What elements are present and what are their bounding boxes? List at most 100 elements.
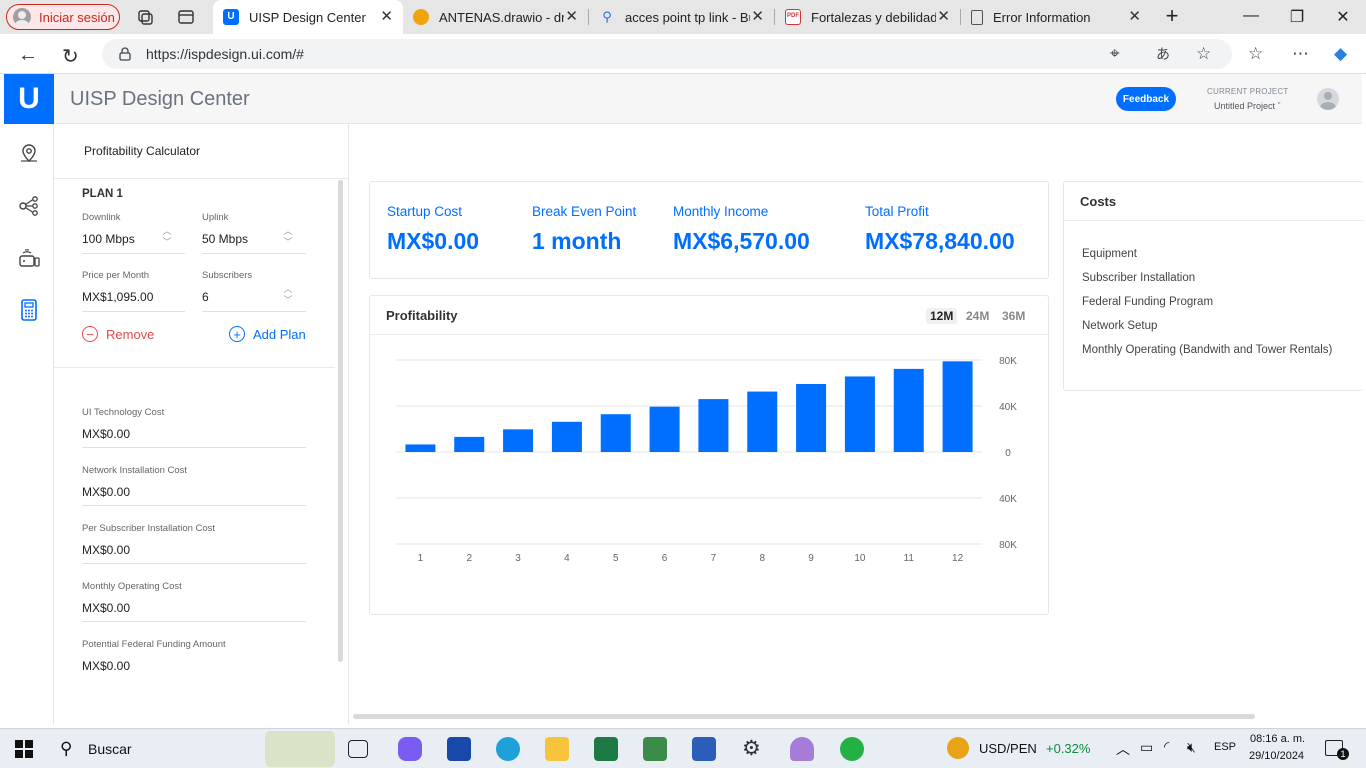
search-icon[interactable]: ⚲: [60, 739, 72, 759]
profile-label: Iniciar sesión: [39, 9, 115, 25]
copilot-app-icon[interactable]: [398, 737, 422, 761]
address-bar: ← ↻ https://ispdesign.ui.com/# ⌖ あ ☆ ☆ ⋯…: [0, 34, 1366, 74]
new-tab-icon[interactable]: +: [1162, 3, 1182, 29]
wifi-icon[interactable]: ◜: [1164, 738, 1169, 755]
downlink-stepper[interactable]: ︿ ﹀: [162, 226, 172, 248]
subscribers-input[interactable]: 6: [202, 290, 209, 304]
range-36m-button[interactable]: 36M: [998, 308, 1029, 324]
back-icon[interactable]: ←: [18, 44, 38, 67]
close-window-icon[interactable]: ✕: [1333, 7, 1353, 27]
clock-time[interactable]: 08:16 a. m.: [1250, 733, 1305, 745]
reload-icon[interactable]: ↻: [62, 44, 79, 69]
ui-logo-icon[interactable]: U: [4, 74, 54, 124]
horizontal-scrollbar[interactable]: [353, 714, 1255, 719]
castle-search-highlight-icon[interactable]: [265, 731, 335, 767]
total-profit-label: Total Profit: [865, 204, 929, 219]
battery-icon[interactable]: ▭: [1140, 739, 1153, 756]
bar: [893, 368, 924, 452]
field-underline: [202, 253, 306, 254]
bar: [405, 444, 436, 452]
y-tick-label: 40K: [999, 402, 1017, 413]
close-icon[interactable]: ✕: [937, 9, 950, 24]
project-selector[interactable]: Untitled Project ˇ: [1214, 101, 1281, 111]
tab-title: Error Information: [993, 9, 1091, 25]
tab-pdf[interactable]: PDF Fortalezas y debilidades ✕: [775, 0, 960, 34]
tab-search[interactable]: ⚲ acces point tp link - Bús ✕: [589, 0, 774, 34]
costs-card: Costs Equipment Subscriber Installation …: [1063, 181, 1364, 391]
profile-button[interactable]: Iniciar sesión: [6, 4, 120, 30]
volume-muted-icon[interactable]: 🔇︎: [1187, 739, 1196, 756]
close-icon[interactable]: ✕: [751, 9, 764, 24]
edge-icon[interactable]: [496, 737, 520, 761]
panel-scrollbar[interactable]: [338, 180, 343, 662]
browser-tab-bar: Iniciar sesión U UISP Design Center ✕ AN…: [0, 0, 1366, 34]
favorites-icon[interactable]: ☆: [1248, 44, 1263, 64]
close-icon[interactable]: ✕: [380, 9, 393, 24]
downlink-input[interactable]: 100 Mbps: [82, 232, 135, 246]
cost-input[interactable]: MX$0.00: [82, 485, 130, 499]
add-plan-button[interactable]: + Add Plan: [229, 326, 306, 342]
close-icon[interactable]: ✕: [565, 9, 578, 24]
language-indicator[interactable]: ESP: [1214, 741, 1236, 753]
currency-pair[interactable]: USD/PEN: [979, 741, 1037, 756]
taskbar-search[interactable]: Buscar: [88, 741, 132, 757]
task-view-icon[interactable]: [348, 740, 368, 758]
calculator-icon[interactable]: [17, 298, 41, 322]
x-tick-label: 6: [662, 553, 668, 564]
location-icon[interactable]: ⌖: [1110, 44, 1120, 64]
favorite-star-icon[interactable]: ☆: [1196, 44, 1211, 64]
page-favicon-icon: [971, 9, 983, 25]
map-pin-icon[interactable]: [17, 142, 41, 166]
chevron-up-icon[interactable]: ︿: [1116, 739, 1130, 759]
plan-title: PLAN 1: [82, 188, 123, 200]
tab-actions-icon[interactable]: [177, 8, 195, 26]
range-12m-button[interactable]: 12M: [926, 308, 958, 324]
url-text[interactable]: https://ispdesign.ui.com/#: [146, 46, 304, 62]
price-input[interactable]: MX$1,095.00: [82, 290, 153, 304]
uplink-input[interactable]: 50 Mbps: [202, 232, 248, 246]
book-app-icon[interactable]: [643, 737, 667, 761]
app-header: U UISP Design Center Feedback CURRENT PR…: [4, 74, 1362, 124]
cost-input[interactable]: MX$0.00: [82, 601, 130, 615]
minimize-icon[interactable]: —: [1241, 7, 1261, 25]
tab-error[interactable]: Error Information ✕: [961, 0, 1151, 34]
translate-icon[interactable]: あ: [1156, 44, 1170, 64]
profitability-title: Profitability: [386, 308, 458, 323]
field-underline: [82, 505, 306, 506]
cost-label: Network Installation Cost: [82, 465, 188, 476]
workspaces-icon[interactable]: [136, 8, 154, 26]
range-24m-button[interactable]: 24M: [962, 308, 993, 324]
tab-drawio[interactable]: ANTENAS.drawio - draw ✕: [403, 0, 588, 34]
remove-plan-button[interactable]: − Remove: [82, 326, 154, 342]
settings-gear-icon[interactable]: ⚙: [742, 736, 761, 761]
subscribers-stepper[interactable]: ︿ ﹀: [283, 284, 293, 306]
clock-date[interactable]: 29/10/2024: [1249, 750, 1304, 762]
tab-title: UISP Design Center: [249, 9, 366, 25]
obsidian-icon[interactable]: [790, 737, 814, 761]
more-options-icon[interactable]: ⋯: [1292, 44, 1309, 64]
subscribers-label: Subscribers: [202, 270, 253, 281]
excel-icon[interactable]: [594, 737, 618, 761]
tab-uisp[interactable]: U UISP Design Center ✕: [213, 0, 403, 34]
monthly-income-label: Monthly Income: [673, 204, 769, 219]
copilot-icon[interactable]: ◆: [1334, 44, 1347, 64]
url-box[interactable]: https://ispdesign.ui.com/#: [102, 39, 1232, 69]
profile-avatar-icon: [13, 8, 31, 26]
word-icon[interactable]: [692, 737, 716, 761]
user-avatar-icon[interactable]: [1317, 88, 1339, 110]
cost-input[interactable]: MX$0.00: [82, 543, 130, 557]
uplink-stepper[interactable]: ︿ ﹀: [283, 226, 293, 248]
cost-input[interactable]: MX$0.00: [82, 427, 130, 441]
topology-icon[interactable]: [17, 194, 41, 218]
whatsapp-icon[interactable]: [840, 737, 864, 761]
windows-start-icon[interactable]: [15, 740, 33, 758]
feedback-button[interactable]: Feedback: [1116, 87, 1176, 111]
file-explorer-icon[interactable]: [545, 737, 569, 761]
lock-icon[interactable]: [118, 47, 132, 61]
restore-icon[interactable]: ❐: [1287, 7, 1307, 27]
bar: [698, 399, 729, 452]
router-icon[interactable]: [17, 246, 41, 270]
cost-input[interactable]: MX$0.00: [82, 659, 130, 673]
close-icon[interactable]: ✕: [1128, 9, 1141, 24]
m-app-icon[interactable]: [447, 737, 471, 761]
